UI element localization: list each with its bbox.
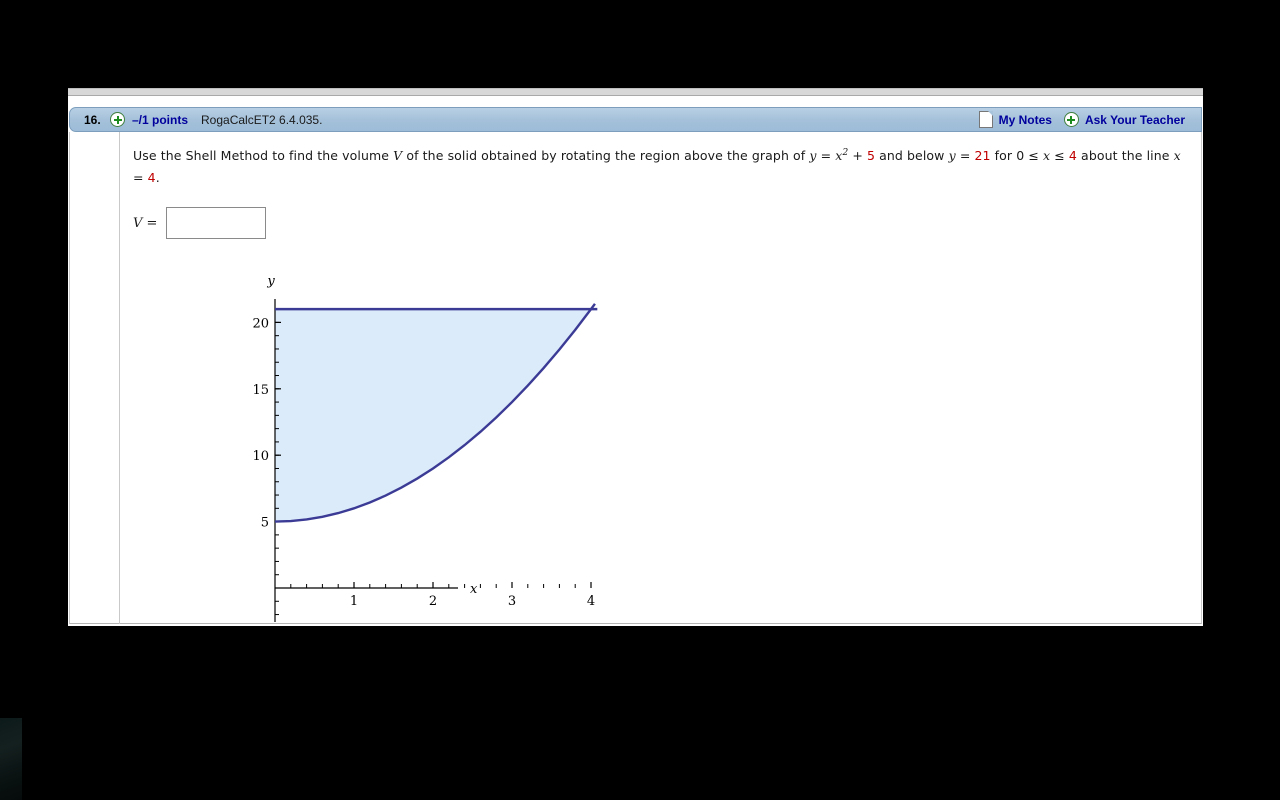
- eq1-plus: +: [848, 148, 867, 164]
- volume-answer-input[interactable]: [166, 207, 267, 240]
- question-prompt: Use the Shell Method to find the volume …: [133, 142, 1186, 189]
- y-axis-label: y: [266, 277, 275, 289]
- graph-figure: 1 2 3 4 5 10 15 20 x y: [133, 277, 633, 637]
- eq2-y: y: [948, 148, 956, 164]
- prompt-text-3: and below: [875, 148, 949, 164]
- question-body: Use the Shell Method to find the volume …: [69, 132, 1202, 624]
- prompt-text-1: Use the Shell Method to find the volume: [133, 148, 394, 164]
- svg-text:15: 15: [252, 383, 269, 398]
- axis-line-x: x: [1173, 148, 1181, 164]
- screen-root: 16. –/1 points RogaCalcET2 6.4.035. My N…: [0, 0, 1280, 800]
- plus-circle-icon[interactable]: [110, 112, 125, 127]
- svg-text:1: 1: [350, 594, 358, 609]
- points-label: –/1 points: [132, 112, 189, 127]
- eq1-constant: 5: [867, 148, 876, 164]
- question-number: 16.: [84, 112, 101, 127]
- assignment-code: RogaCalcET2 6.4.035.: [201, 112, 323, 127]
- answer-label: V =: [133, 216, 157, 231]
- prompt-text-2: of the solid obtained by rotating the re…: [402, 148, 810, 164]
- svg-text:20: 20: [252, 316, 269, 331]
- svg-text:10: 10: [252, 449, 269, 464]
- shaded-region: [275, 309, 591, 522]
- prompt-text-5: about the line: [1076, 148, 1174, 164]
- graph-svg: 1 2 3 4 5 10 15 20 x y: [252, 277, 598, 622]
- question-header-bar: 16. –/1 points RogaCalcET2 6.4.035. My N…: [69, 107, 1202, 132]
- eq2-value: 21: [974, 148, 991, 164]
- svg-text:3: 3: [508, 594, 516, 609]
- question-content: Use the Shell Method to find the volume …: [133, 142, 1186, 240]
- svg-text:4: 4: [587, 594, 595, 609]
- y-axis-tick-labels: 5 10 15 20: [252, 316, 269, 530]
- my-notes-link[interactable]: My Notes: [999, 113, 1052, 127]
- prompt-text-4: for: [990, 148, 1017, 164]
- eq2-equals: =: [955, 148, 975, 164]
- desktop-background-sliver: [0, 718, 22, 800]
- x-axis-label: x: [470, 582, 478, 597]
- svg-text:5: 5: [261, 516, 269, 531]
- answer-label-text: V =: [133, 215, 158, 231]
- answer-row: V =: [133, 207, 1186, 240]
- axis-line-equals: =: [133, 170, 148, 186]
- ask-teacher-plus-circle-icon[interactable]: [1063, 112, 1079, 127]
- prompt-period: .: [155, 170, 160, 186]
- browser-page: 16. –/1 points RogaCalcET2 6.4.035. My N…: [68, 88, 1203, 626]
- range-high: 4: [1068, 148, 1077, 164]
- svg-text:2: 2: [429, 594, 437, 609]
- axis-line-value: 4: [147, 170, 156, 186]
- ask-your-teacher-link[interactable]: Ask Your Teacher: [1085, 113, 1185, 127]
- eq1-y: y: [809, 148, 817, 164]
- page-top-strip: [68, 88, 1203, 96]
- range-le-2: ≤: [1050, 148, 1069, 164]
- range-le-1: ≤: [1024, 148, 1044, 164]
- prompt-var-V: V: [393, 148, 403, 164]
- note-page-icon[interactable]: [978, 111, 993, 128]
- eq1-equals: =: [816, 148, 836, 164]
- header-actions: My Notes Ask Your Teacher: [978, 111, 1197, 128]
- question-body-divider: [119, 132, 120, 624]
